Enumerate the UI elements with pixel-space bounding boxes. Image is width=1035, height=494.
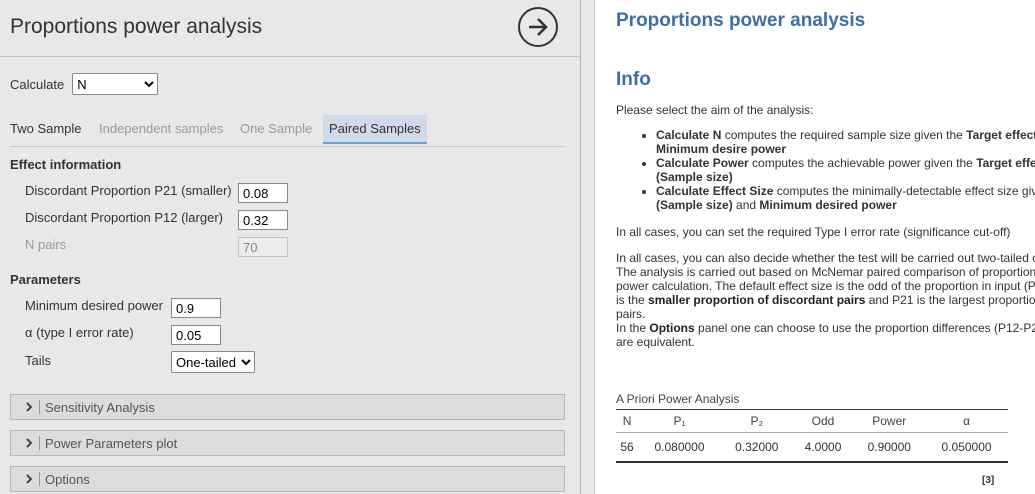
list-item: Calculate Power computes the achievable …	[656, 156, 1035, 184]
tails-select[interactable]: One-tailed	[171, 351, 255, 373]
list-item: Calculate Effect Size computes the minim…	[656, 184, 1035, 212]
table-footnote: [3]	[982, 475, 995, 486]
table-header-row: N P₁ P₂ Odd Power α	[616, 409, 1008, 433]
power-label: Minimum desired power	[25, 298, 163, 313]
column-header: N	[616, 409, 639, 433]
options-label: Options	[45, 472, 90, 487]
npairs-input	[238, 237, 288, 257]
column-header: α	[925, 409, 1008, 433]
run-arrow-button[interactable]	[518, 7, 558, 47]
column-header: P₂	[720, 409, 793, 433]
type1-paragraph: In all cases, you can set the required T…	[616, 225, 1011, 239]
sensitivity-analysis-label: Sensitivity Analysis	[45, 400, 155, 415]
tab-bar: Two Sample Independent samples One Sampl…	[10, 115, 565, 147]
table-cell: 0.050000	[925, 432, 1008, 463]
tab-one-sample[interactable]: One Sample	[234, 115, 318, 144]
table-cell: 4.0000	[792, 432, 854, 463]
table-cell: 56	[616, 432, 639, 463]
alpha-label: α (type I error rate)	[25, 325, 134, 340]
power-parameters-plot-label: Power Parameters plot	[45, 436, 178, 451]
p21-label: Discordant Proportion P21 (smaller)	[25, 183, 232, 198]
power-analysis-table: N P₁ P₂ Odd Power α 56 0.080000 0.32000 …	[616, 409, 1008, 463]
calculate-row: Calculate N	[10, 73, 159, 95]
tab-two-sample[interactable]: Two Sample	[4, 115, 88, 144]
results-title: Proportions power analysis	[616, 10, 866, 31]
tab-independent-samples[interactable]: Independent samples	[93, 115, 229, 144]
list-item: Calculate N computes the required sample…	[656, 128, 1035, 156]
alpha-row: α (type I error rate)	[25, 325, 221, 345]
divider	[39, 436, 40, 450]
table-title: A Priori Power Analysis	[616, 392, 740, 406]
column-header: Power	[853, 409, 926, 433]
panel-header: Proportions power analysis	[0, 0, 580, 57]
calculate-select[interactable]: N	[72, 73, 159, 95]
tails-row: Tails One-tailed	[25, 351, 255, 373]
tails-label: Tails	[25, 353, 52, 368]
sensitivity-analysis-section[interactable]: Sensitivity Analysis	[10, 394, 565, 420]
power-parameters-plot-section[interactable]: Power Parameters plot	[10, 430, 565, 456]
info-intro: Please select the aim of the analysis:	[616, 103, 814, 117]
arrow-right-icon	[529, 18, 548, 36]
column-header: P₁	[638, 409, 721, 433]
info-header: Info	[616, 69, 651, 90]
npairs-row: N pairs	[25, 237, 288, 257]
power-row: Minimum desired power	[25, 298, 221, 318]
chevron-right-icon	[26, 402, 33, 412]
power-input[interactable]	[171, 298, 221, 318]
npairs-label: N pairs	[25, 237, 67, 252]
panel-title: Proportions power analysis	[10, 15, 263, 38]
chevron-right-icon	[26, 474, 33, 484]
divider	[39, 472, 40, 486]
options-panel: Proportions power analysis Calculate N T…	[0, 0, 581, 494]
results-panel: Proportions power analysis Info Please s…	[594, 0, 1035, 494]
table-cell: 0.080000	[638, 432, 721, 463]
effect-information-header: Effect information	[10, 157, 122, 172]
alpha-input[interactable]	[171, 325, 221, 345]
parameters-header: Parameters	[10, 272, 81, 287]
aim-list: Calculate N computes the required sample…	[616, 128, 1035, 212]
p21-row: Discordant Proportion P21 (smaller)	[25, 183, 288, 203]
details-paragraph: In all cases, you can also decide whethe…	[616, 251, 1035, 349]
table-cell: 0.90000	[853, 432, 926, 463]
table-cell: 0.32000	[720, 432, 793, 463]
table-row: 56 0.080000 0.32000 4.0000 0.90000 0.050…	[616, 432, 1008, 463]
calculate-label: Calculate	[10, 76, 65, 92]
tab-paired-samples[interactable]: Paired Samples	[323, 115, 427, 144]
p12-input[interactable]	[238, 210, 288, 230]
p12-label: Discordant Proportion P12 (larger)	[25, 210, 223, 225]
divider	[39, 400, 40, 414]
chevron-right-icon	[26, 438, 33, 448]
p21-input[interactable]	[238, 183, 288, 203]
options-section[interactable]: Options	[10, 466, 565, 492]
panel-splitter[interactable]	[581, 0, 595, 494]
column-header: Odd	[792, 409, 854, 433]
p12-row: Discordant Proportion P12 (larger)	[25, 210, 288, 230]
